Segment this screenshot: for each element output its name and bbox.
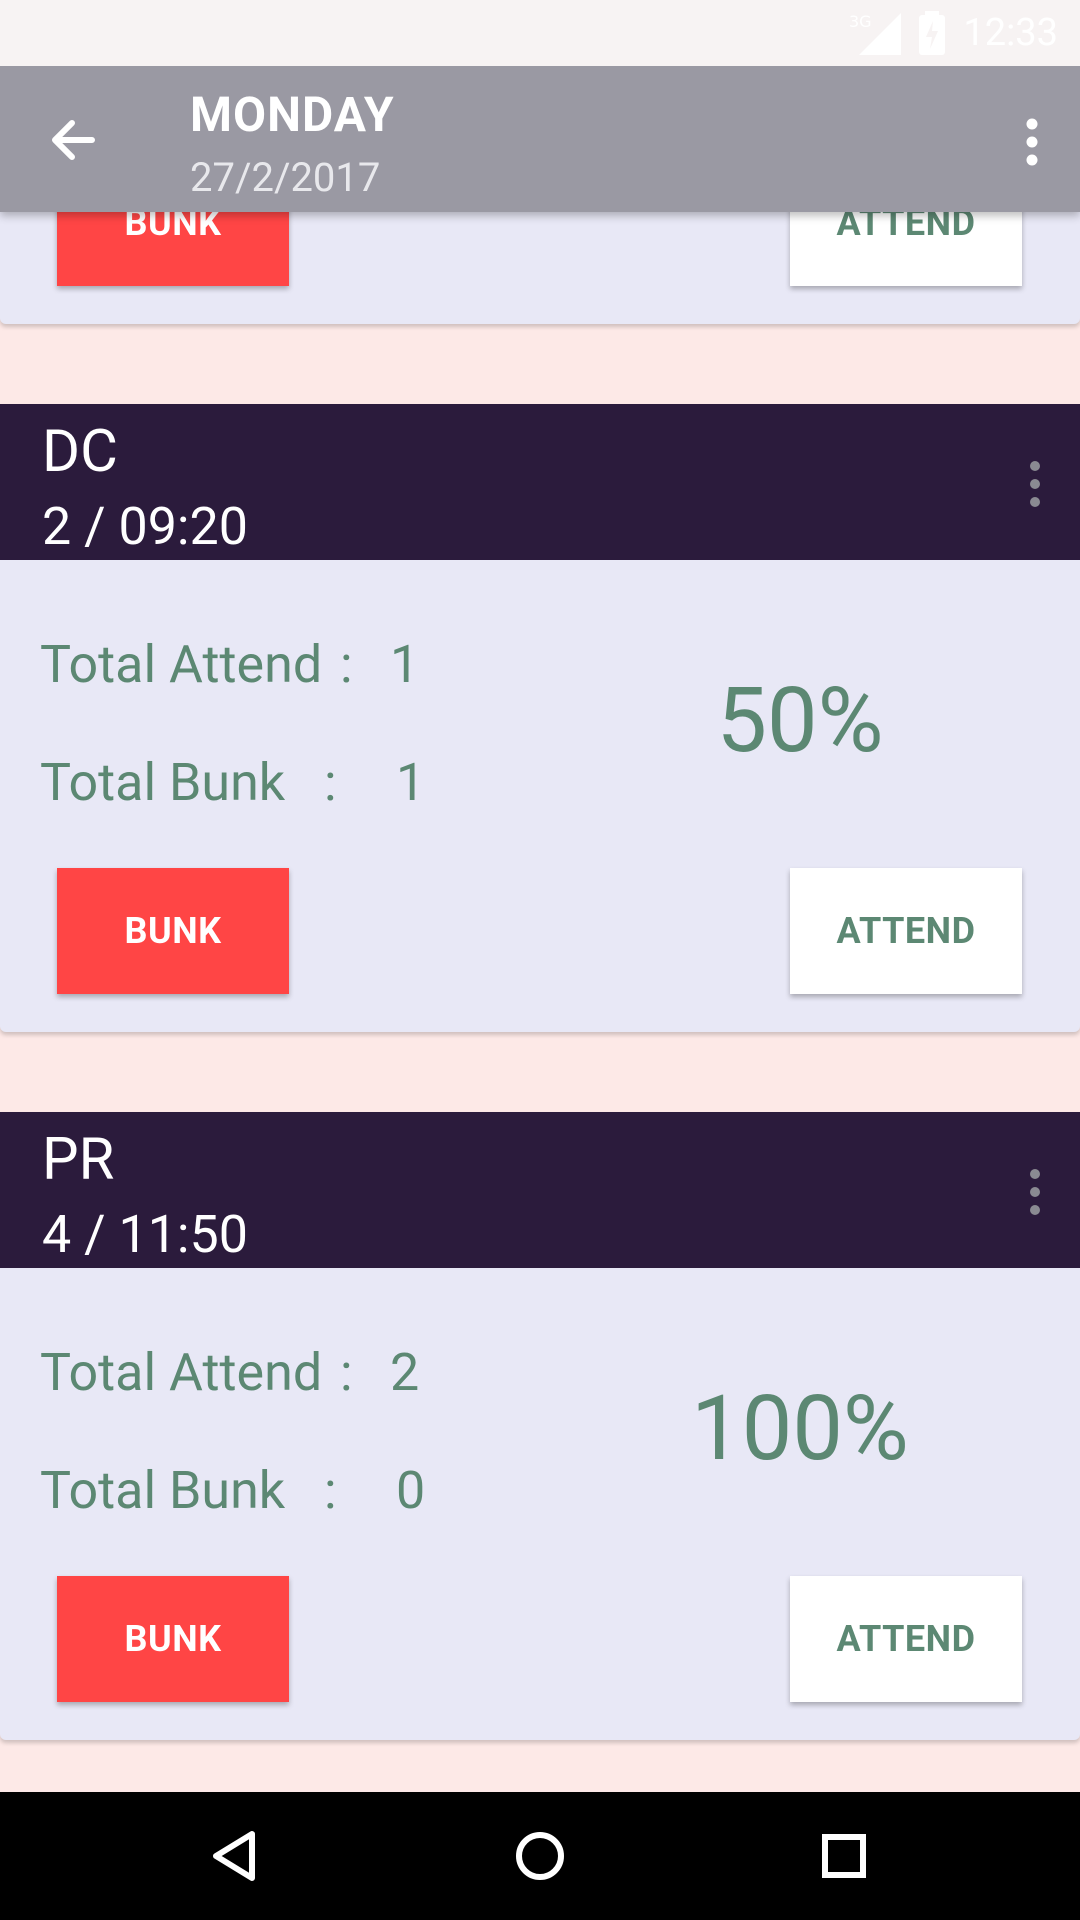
- arrow-back-icon[interactable]: [42, 110, 102, 170]
- colon: :: [324, 1460, 337, 1521]
- subject-name: PR: [42, 1126, 115, 1194]
- page-subtitle-date: 27/2/2017: [190, 154, 381, 201]
- card-header: PR 4 / 11:50: [0, 1112, 1080, 1268]
- bunk-button[interactable]: BUNK: [57, 1576, 289, 1702]
- subject-card: PR 4 / 11:50 Total Attend : 2 Total Bunk…: [0, 1112, 1080, 1740]
- attend-button[interactable]: ATTEND: [790, 868, 1022, 994]
- total-attend-value: 1: [390, 634, 420, 695]
- colon: :: [324, 752, 337, 813]
- subject-slot-time: 2 / 09:20: [42, 496, 248, 557]
- subject-name: DC: [42, 418, 118, 486]
- attendance-percent: 50%: [716, 668, 884, 773]
- colon: :: [340, 1342, 353, 1403]
- attendance-percent: 100%: [691, 1376, 909, 1481]
- nav-home-icon[interactable]: [504, 1820, 576, 1892]
- subject-card: DC 2 / 09:20 Total Attend : 1 Total Bunk…: [0, 404, 1080, 1032]
- subject-slot-time: 4 / 11:50: [42, 1204, 248, 1265]
- total-attend-label: Total Attend: [40, 634, 323, 695]
- total-attend-label: Total Attend: [40, 1342, 323, 1403]
- total-bunk-value: 0: [396, 1460, 426, 1521]
- bunk-button[interactable]: BUNK: [57, 868, 289, 994]
- total-bunk-label: Total Bunk: [40, 1460, 286, 1521]
- colon: :: [340, 634, 353, 695]
- page-title: MONDAY: [190, 86, 395, 143]
- card-header: DC 2 / 09:20: [0, 404, 1080, 560]
- nav-back-icon[interactable]: [200, 1820, 272, 1892]
- signal-3g-icon: 3G: [849, 12, 902, 55]
- subject-list[interactable]: BUNK ATTEND DC 2 / 09:20 Total Attend : …: [0, 0, 1080, 1792]
- status-bar: 3G 12:33: [0, 0, 1080, 66]
- total-bunk-label: Total Bunk: [40, 752, 286, 813]
- total-bunk-value: 1: [396, 752, 426, 813]
- more-vert-icon[interactable]: [1020, 454, 1050, 514]
- battery-icon: [919, 11, 946, 55]
- attend-button[interactable]: ATTEND: [790, 1576, 1022, 1702]
- status-indicators: 3G 12:33: [849, 0, 1058, 66]
- more-vert-icon[interactable]: [1012, 112, 1052, 172]
- more-vert-icon[interactable]: [1020, 1162, 1050, 1222]
- app-bar: MONDAY 27/2/2017: [0, 66, 1080, 212]
- status-time: 12:33: [963, 11, 1058, 55]
- network-type-label: 3G: [849, 12, 872, 31]
- total-attend-value: 2: [390, 1342, 420, 1403]
- navigation-bar: [0, 1792, 1080, 1920]
- nav-recents-icon[interactable]: [808, 1820, 880, 1892]
